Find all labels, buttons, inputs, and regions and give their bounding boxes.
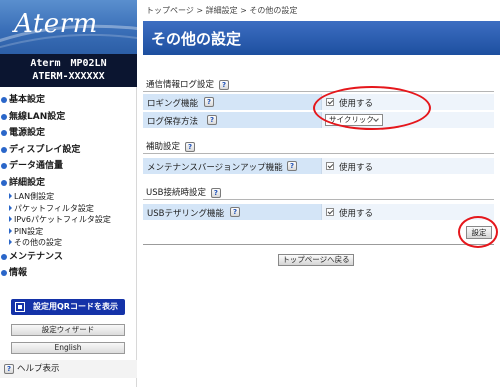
triangle-bullet-icon <box>9 204 12 211</box>
divider <box>143 199 494 200</box>
brand-logo-area: Aterm <box>0 0 137 54</box>
usb-tethering-checkbox-label: 使用する <box>339 209 374 219</box>
assist-section-title: 補助設定 <box>146 142 181 152</box>
sidebar-item-label: データ通信量 <box>9 161 64 171</box>
divider <box>143 91 494 92</box>
sidebar-nav: 基本設定無線LAN設定 電源設定ディスプレイ設定 データ通信量 詳細設定 LAN側設定パ… <box>0 92 137 282</box>
sidebar-item[interactable]: 情報 <box>0 265 137 282</box>
sidebar-item-label: 基本設定 <box>9 95 46 105</box>
sidebar-item-label: 無線LAN設定 <box>9 111 66 122</box>
help-label: ヘルプ表示 <box>17 364 60 374</box>
logging-function-checkbox[interactable] <box>326 98 334 106</box>
back-to-top-button[interactable]: トップページへ戻る <box>278 254 354 266</box>
sidebar-item[interactable]: データ通信量 <box>0 158 137 175</box>
page-title: その他の設定 <box>151 30 242 48</box>
log-save-method-select[interactable]: サイクリック <box>325 114 383 126</box>
show-qr-code-button[interactable]: 設定用QRコードを表示 <box>11 299 125 315</box>
help-icon[interactable]: ? <box>230 207 240 217</box>
logging-function-row: ロギング機能 ? 使用する <box>143 94 494 110</box>
log-section-heading: 通信情報ログ設定? <box>146 78 230 90</box>
log-save-method-label: ログ保存方法 <box>147 117 199 127</box>
triangle-bullet-icon <box>9 193 12 199</box>
help-icon[interactable]: ? <box>204 97 214 107</box>
log-section-title: 通信情報ログ設定 <box>146 80 215 90</box>
triangle-bullet-icon <box>9 216 12 223</box>
divider <box>143 153 494 154</box>
maintenance-upgrade-checkbox[interactable] <box>326 162 334 170</box>
usb-tethering-value: 使用する <box>321 204 494 220</box>
bullet-icon <box>1 270 7 277</box>
aterm-logo: Aterm <box>14 9 98 39</box>
sidebar-item-label: メンテナンス <box>9 251 63 262</box>
sidebar-item-label: 電源設定 <box>9 128 46 138</box>
bullet-icon <box>1 97 7 103</box>
maintenance-upgrade-row: メンテナンスバージョンアップ機能 ? 使用する <box>143 158 494 174</box>
bullet-icon <box>1 146 7 153</box>
sidebar-item[interactable]: 基本設定 <box>0 92 137 109</box>
sidebar-item-label: パケットフィルタ設定 <box>14 203 94 213</box>
setup-wizard-button[interactable]: 設定ウィザード <box>11 324 125 336</box>
sidebar-item-label: IPv6パケットフィルタ設定 <box>14 215 111 225</box>
sidebar-item-label: 詳細設定 <box>9 177 46 188</box>
bullet-icon <box>1 130 7 136</box>
sidebar-item-label: 情報 <box>9 268 28 279</box>
sidebar-item-label: LAN側設定 <box>14 192 55 201</box>
usb-tethering-label: USBテザリング機能 <box>147 209 224 219</box>
triangle-bullet-icon <box>9 239 12 246</box>
model-name-box: Aterm MP02LN ATERM-XXXXXX <box>0 54 137 87</box>
logging-function-label: ロギング機能 <box>147 99 199 109</box>
qr-code-icon <box>15 302 25 312</box>
maintenance-upgrade-checkbox-label: 使用する <box>339 163 374 173</box>
maintenance-upgrade-label: メンテナンスバージョンアップ機能 <box>147 163 283 173</box>
sidebar-item-label: PIN設定 <box>14 226 44 236</box>
help-icon[interactable]: ? <box>287 161 297 171</box>
sidebar-item[interactable]: パケットフィルタ設定 <box>0 203 137 215</box>
sidebar-item[interactable]: 電源設定 <box>0 125 137 142</box>
log-save-method-value: サイクリック <box>321 112 494 128</box>
usb-section-title: USB接続時設定 <box>146 188 206 198</box>
sidebar-item[interactable]: その他の設定 <box>0 237 137 249</box>
help-icon: ? <box>4 364 14 374</box>
sidebar-item[interactable]: LAN側設定 <box>0 191 137 203</box>
bullet-icon <box>1 113 7 120</box>
sidebar-item-label: ディスプレイ設定 <box>9 144 81 155</box>
logging-function-checkbox-label: 使用する <box>339 99 374 109</box>
divider <box>143 244 494 245</box>
sidebar-item[interactable]: 無線LAN設定 <box>0 109 137 126</box>
breadcrumb: トップページ > 詳細設定 > その他の設定 <box>146 6 298 15</box>
logging-function-value: 使用する <box>321 94 494 110</box>
bullet-icon <box>1 163 7 169</box>
usb-section-heading: USB接続時設定? <box>146 186 221 198</box>
chevron-down-icon <box>373 116 379 122</box>
triangle-bullet-icon <box>9 227 12 234</box>
help-icon[interactable]: ? <box>207 115 217 125</box>
device-id: ATERM-XXXXXX <box>32 71 105 82</box>
set-button[interactable]: 設定 <box>466 226 492 239</box>
english-button[interactable]: English <box>11 342 125 354</box>
help-display-link[interactable]: ? ヘルプ表示 <box>0 360 137 378</box>
model-name: Aterm MP02LN <box>30 58 107 69</box>
select-value: サイクリック <box>329 115 374 124</box>
sidebar-item[interactable]: メンテナンス <box>0 249 137 266</box>
sidebar-item-label: その他の設定 <box>14 238 62 248</box>
sidebar-item[interactable]: 詳細設定 <box>0 175 137 192</box>
sidebar-item[interactable]: IPv6パケットフィルタ設定 <box>0 214 137 226</box>
help-icon[interactable]: ? <box>210 187 221 198</box>
help-icon[interactable]: ? <box>185 141 196 152</box>
qr-button-label: 設定用QRコードを表示 <box>33 302 118 311</box>
maintenance-upgrade-value: 使用する <box>321 158 494 174</box>
assist-section-heading: 補助設定? <box>146 140 196 152</box>
sidebar: Aterm Aterm MP02LN ATERM-XXXXXX 基本設定無線LA… <box>0 0 137 387</box>
sidebar-item[interactable]: PIN設定 <box>0 226 137 238</box>
bullet-icon <box>1 179 7 186</box>
title-bar: その他の設定 <box>143 21 500 55</box>
help-icon[interactable]: ? <box>219 79 230 90</box>
log-save-method-row: ログ保存方法 ? サイクリック <box>143 112 494 128</box>
bullet-icon <box>1 253 7 260</box>
usb-tethering-row: USBテザリング機能 ? 使用する <box>143 204 494 220</box>
sidebar-item[interactable]: ディスプレイ設定 <box>0 142 137 159</box>
usb-tethering-checkbox[interactable] <box>326 208 334 216</box>
